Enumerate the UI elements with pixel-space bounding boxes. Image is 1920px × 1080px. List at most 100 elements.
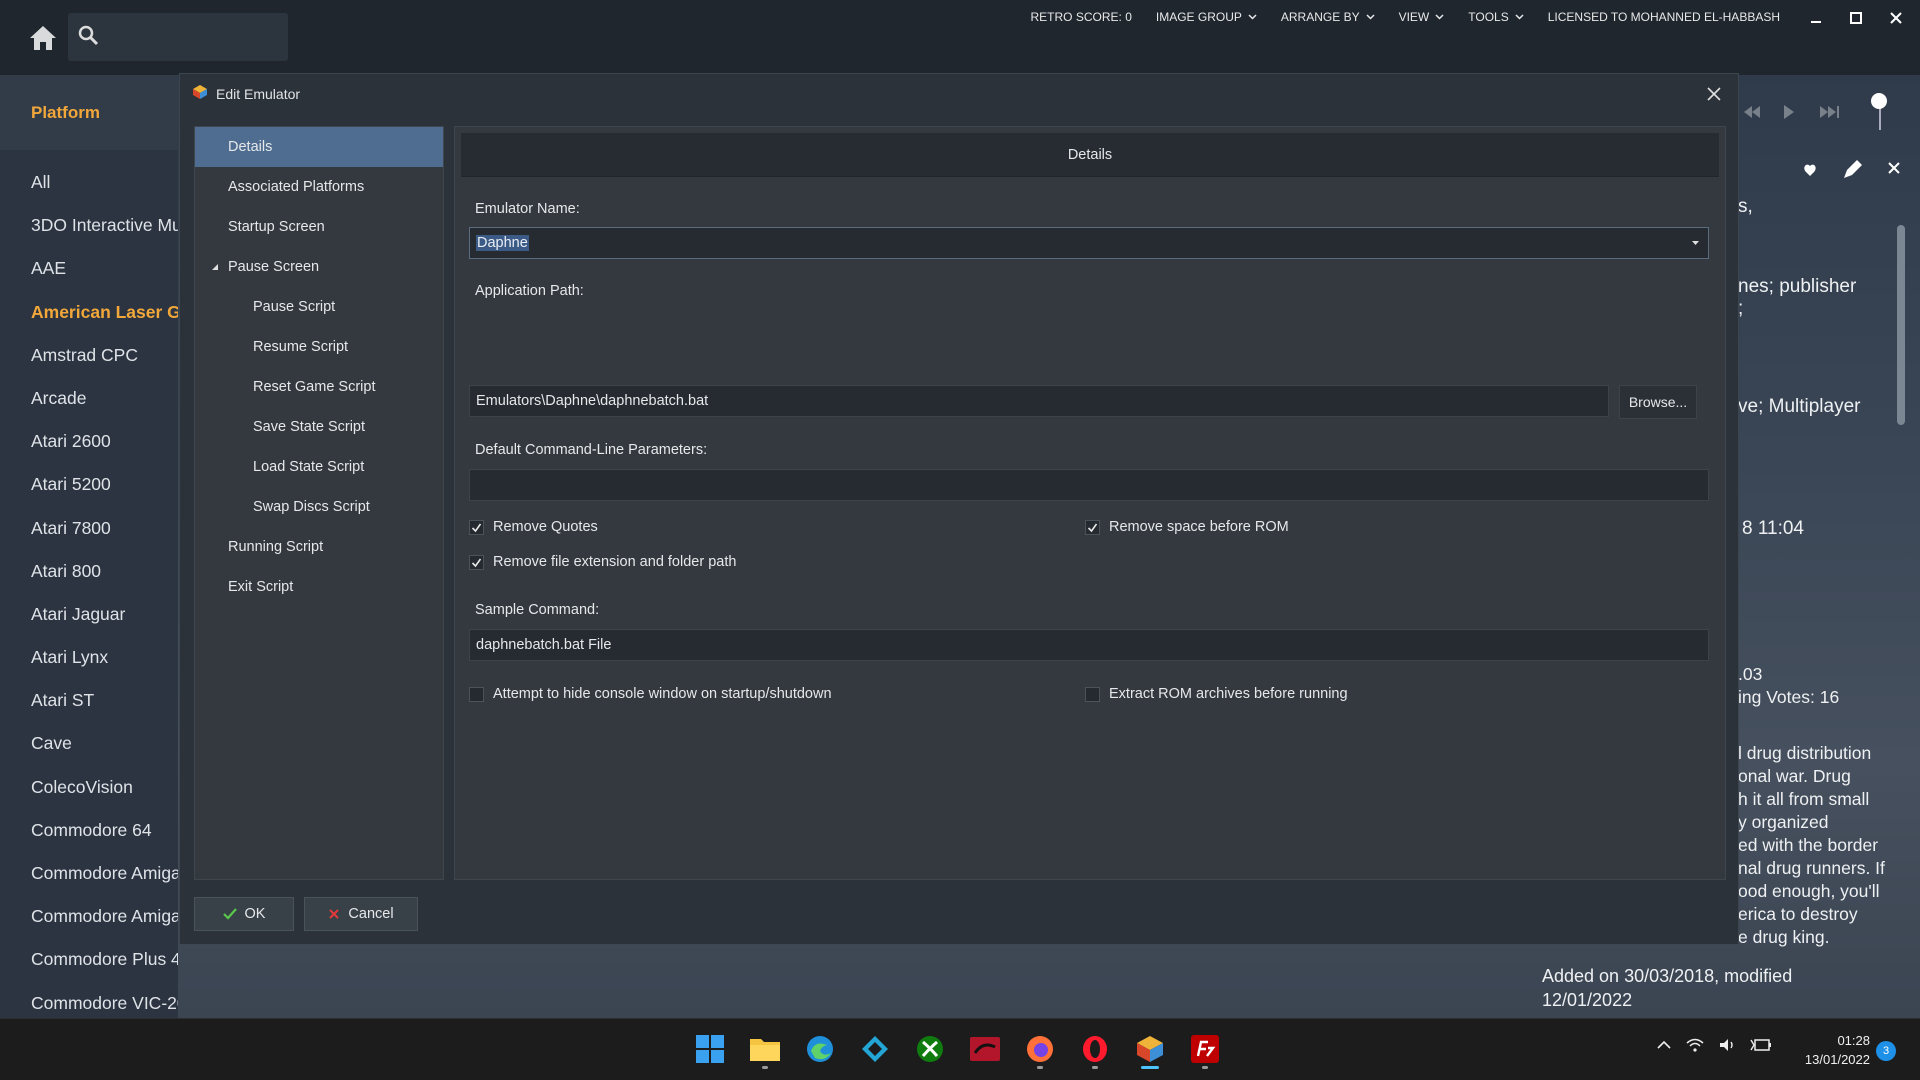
- platform-item[interactable]: Commodore Amiga CD32: [0, 895, 178, 938]
- cmd-params-input[interactable]: [469, 469, 1709, 501]
- battery-icon[interactable]: [1750, 1037, 1772, 1053]
- minimize-icon[interactable]: [1804, 6, 1828, 30]
- extract-rom-checkbox[interactable]: Extract ROM archives before running: [1085, 686, 1348, 702]
- remove-space-checkbox[interactable]: Remove space before ROM: [1085, 519, 1289, 535]
- running-indicator: [1037, 1066, 1043, 1069]
- nav-item-label: Pause Screen: [228, 259, 320, 275]
- start-icon[interactable]: [692, 1029, 728, 1069]
- details-text-fragment: s,: [1738, 196, 1753, 217]
- platform-item[interactable]: Amstrad CPC: [0, 334, 178, 377]
- kodi-icon[interactable]: [857, 1029, 893, 1069]
- skip-back-icon[interactable]: [1744, 106, 1760, 118]
- ok-button[interactable]: OK: [194, 897, 294, 931]
- checkbox-box[interactable]: [469, 686, 484, 702]
- nav-item[interactable]: Swap Discs Script: [195, 487, 443, 527]
- platform-item[interactable]: Commodore Plus 4: [0, 938, 178, 981]
- nav-item[interactable]: Resume Script: [195, 327, 443, 367]
- skip-forward-icon[interactable]: [1820, 106, 1839, 118]
- menu-tools[interactable]: TOOLS: [1468, 10, 1524, 24]
- hide-console-checkbox[interactable]: Attempt to hide console window on startu…: [469, 686, 832, 702]
- modified-line: 12/01/2022: [1542, 990, 1633, 1010]
- dialog-title: Edit Emulator: [216, 86, 301, 102]
- play-icon[interactable]: [1784, 105, 1794, 119]
- home-icon[interactable]: [28, 24, 58, 52]
- maximize-icon[interactable]: [1844, 6, 1868, 30]
- nav-item[interactable]: Details: [195, 127, 443, 167]
- platform-item[interactable]: Atari 800: [0, 550, 178, 593]
- details-text-fragment: ed with the border: [1738, 835, 1879, 855]
- platform-item[interactable]: All: [0, 161, 178, 204]
- browse-button[interactable]: Browse...: [1619, 385, 1697, 419]
- edge-icon[interactable]: [802, 1029, 838, 1069]
- app-path-input[interactable]: Emulators\Daphne\daphnebatch.bat: [469, 385, 1609, 417]
- checkbox-box[interactable]: [469, 554, 484, 570]
- nav-item-label: Associated Platforms: [228, 179, 365, 195]
- volume-icon[interactable]: [1718, 1037, 1736, 1053]
- nav-item[interactable]: Load State Script: [195, 447, 443, 487]
- volume-slider-icon[interactable]: [1871, 93, 1887, 130]
- platform-item[interactable]: Arcade: [0, 377, 178, 420]
- nav-item[interactable]: Pause Screen: [195, 247, 443, 287]
- edit-icon[interactable]: [1844, 160, 1862, 178]
- platform-item[interactable]: American Laser Games: [0, 291, 178, 334]
- platform-item[interactable]: Atari 7800: [0, 507, 178, 550]
- checkbox-box[interactable]: [1085, 519, 1100, 535]
- nav-item[interactable]: Pause Script: [195, 287, 443, 327]
- taskbar-clock[interactable]: 01:28 13/01/2022: [1786, 1031, 1870, 1069]
- checkbox-label: Remove space before ROM: [1109, 519, 1289, 535]
- search-input[interactable]: [68, 13, 288, 61]
- platform-item[interactable]: 3DO Interactive Multiplayer: [0, 204, 178, 247]
- wifi-icon[interactable]: [1686, 1037, 1704, 1053]
- file-explorer-icon[interactable]: [747, 1029, 783, 1069]
- emulator-name-combobox[interactable]: Daphne: [469, 227, 1709, 259]
- cancel-button[interactable]: Cancel: [304, 897, 418, 931]
- menu-arrange-by[interactable]: ARRANGE BY: [1281, 10, 1375, 24]
- dialog-close-icon[interactable]: [1704, 84, 1724, 104]
- platform-item[interactable]: Atari Jaguar: [0, 593, 178, 636]
- menu-view[interactable]: VIEW: [1399, 10, 1445, 24]
- platform-item[interactable]: Atari ST: [0, 679, 178, 722]
- filezilla-icon[interactable]: [1187, 1029, 1223, 1069]
- remove-quotes-checkbox[interactable]: Remove Quotes: [469, 519, 598, 535]
- platform-title[interactable]: Platform: [31, 103, 100, 123]
- close-icon[interactable]: [1884, 6, 1908, 30]
- emulator-name-label: Emulator Name:: [475, 201, 580, 217]
- platform-list: All3DO Interactive MultiplayerAAEAmerica…: [0, 161, 178, 1025]
- nav-item[interactable]: Exit Script: [195, 567, 443, 607]
- nav-item[interactable]: Save State Script: [195, 407, 443, 447]
- details-scrollbar[interactable]: [1897, 225, 1905, 425]
- platform-item[interactable]: ColecoVision: [0, 766, 178, 809]
- xbox-icon[interactable]: [912, 1029, 948, 1069]
- firefox-icon[interactable]: [1022, 1029, 1058, 1069]
- platform-item[interactable]: Atari 2600: [0, 420, 178, 463]
- details-text-fragment: erica to destroy: [1738, 904, 1858, 924]
- expander-arrow-icon[interactable]: [211, 263, 219, 271]
- nav-item[interactable]: Associated Platforms: [195, 167, 443, 207]
- platform-item[interactable]: Commodore Amiga: [0, 852, 178, 895]
- checkbox-box[interactable]: [1085, 686, 1100, 702]
- platform-item[interactable]: Atari 5200: [0, 463, 178, 506]
- details-text-fragment: .03: [1738, 664, 1763, 684]
- nav-item[interactable]: Reset Game Script: [195, 367, 443, 407]
- menu-image-group[interactable]: IMAGE GROUP: [1156, 10, 1257, 24]
- close-details-icon[interactable]: [1888, 162, 1900, 174]
- chevron-up-icon[interactable]: [1656, 1037, 1672, 1053]
- game-app-icon[interactable]: [967, 1029, 1003, 1069]
- platform-item[interactable]: Atari Lynx: [0, 636, 178, 679]
- platform-sidebar: Platform All3DO Interactive MultiplayerA…: [0, 75, 178, 1018]
- platform-item[interactable]: Commodore 64: [0, 809, 178, 852]
- nav-item[interactable]: Startup Screen: [195, 207, 443, 247]
- checkbox-box[interactable]: [469, 519, 484, 535]
- nav-item[interactable]: Running Script: [195, 527, 443, 567]
- remove-extension-checkbox[interactable]: Remove file extension and folder path: [469, 554, 736, 570]
- launchbox-icon[interactable]: [1132, 1029, 1168, 1069]
- notification-badge[interactable]: 3: [1876, 1041, 1896, 1061]
- menu-retro-score[interactable]: RETRO SCORE: 0: [1031, 10, 1132, 24]
- chevron-down-icon[interactable]: [1691, 240, 1700, 246]
- nav-item-label: Pause Script: [253, 299, 336, 315]
- platform-item[interactable]: AAE: [0, 247, 178, 290]
- launchbox-app-icon: [192, 84, 208, 100]
- platform-item[interactable]: Cave: [0, 722, 178, 765]
- favorite-icon[interactable]: [1804, 164, 1816, 176]
- opera-icon[interactable]: [1077, 1029, 1113, 1069]
